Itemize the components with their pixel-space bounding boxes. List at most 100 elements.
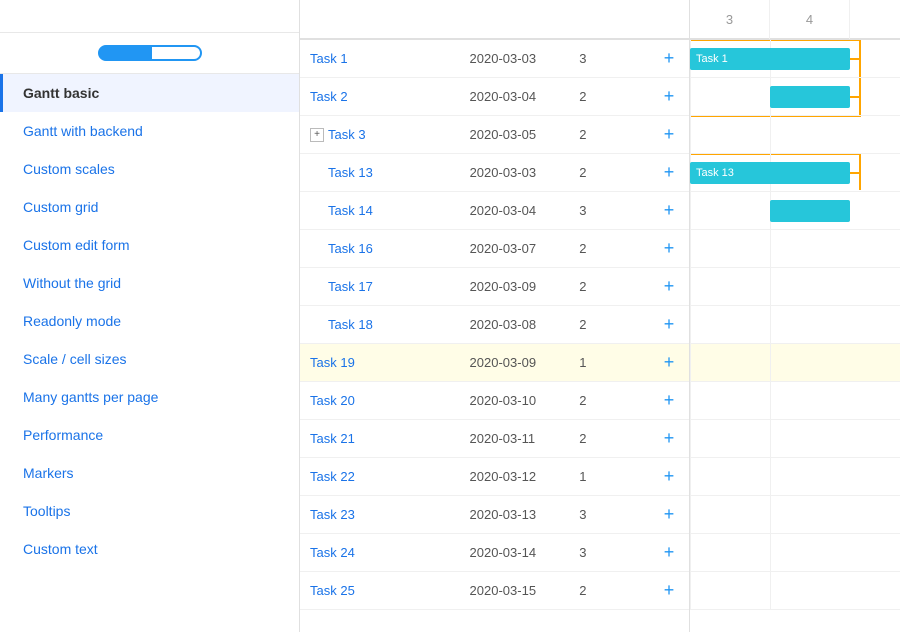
- task-start: 2020-03-07: [460, 230, 570, 268]
- task-name: Task 23: [310, 507, 355, 522]
- sidebar-item-custom-edit-form[interactable]: Custom edit form: [0, 226, 299, 264]
- table-row[interactable]: Task 23 2020-03-133+: [300, 496, 689, 534]
- th-start-time: [460, 0, 570, 39]
- task-duration: 1: [569, 344, 649, 382]
- sidebar-item-scale-/-cell-sizes[interactable]: Scale / cell sizes: [0, 340, 299, 378]
- gantt-row: [690, 116, 900, 154]
- theme-switcher: [0, 33, 299, 74]
- task-duration: 2: [569, 116, 649, 154]
- gantt-row: [690, 78, 900, 116]
- add-task-button[interactable]: +: [649, 420, 689, 458]
- add-task-button[interactable]: +: [649, 154, 689, 192]
- table-row[interactable]: Task 1 2020-03-033+: [300, 40, 689, 78]
- task-duration: 2: [569, 572, 649, 610]
- task-start: 2020-03-09: [460, 344, 570, 382]
- sidebar-item-custom-scales[interactable]: Custom scales: [0, 150, 299, 188]
- sidebar-item-readonly-mode[interactable]: Readonly mode: [0, 302, 299, 340]
- add-task-button[interactable]: +: [649, 40, 689, 78]
- task-start: 2020-03-03: [460, 40, 570, 78]
- grid-area: Task 12020-03-033+Task 22020-03-042++Tas…: [300, 0, 900, 632]
- add-task-button[interactable]: +: [649, 458, 689, 496]
- sidebar-item-markers[interactable]: Markers: [0, 454, 299, 492]
- th-task-name: [300, 0, 460, 39]
- add-task-button[interactable]: +: [649, 306, 689, 344]
- gantt-row: [690, 458, 900, 496]
- th-add[interactable]: [649, 0, 689, 39]
- table-row[interactable]: +Task 32020-03-052+: [300, 116, 689, 154]
- task-start: 2020-03-13: [460, 496, 570, 534]
- sidebar-item-gantt-with-backend[interactable]: Gantt with backend: [0, 112, 299, 150]
- gantt-chart: 34 Task 1 Task 13: [690, 0, 900, 632]
- task-name: Task 3: [328, 127, 366, 142]
- gantt-row: [690, 496, 900, 534]
- task-name: Task 20: [310, 393, 355, 408]
- table-row[interactable]: Task 19 2020-03-091+: [300, 344, 689, 382]
- expand-button[interactable]: +: [310, 128, 324, 142]
- sidebar-item-tooltips[interactable]: Tooltips: [0, 492, 299, 530]
- sidebar-item-custom-text[interactable]: Custom text: [0, 530, 299, 568]
- gantt-bar[interactable]: Task 1: [690, 48, 850, 70]
- task-name: Task 13: [328, 165, 373, 180]
- add-task-button[interactable]: +: [649, 230, 689, 268]
- table-row[interactable]: Task 22 2020-03-121+: [300, 458, 689, 496]
- task-duration: 2: [569, 268, 649, 306]
- add-task-button[interactable]: +: [649, 534, 689, 572]
- sidebar-item-gantt-basic[interactable]: Gantt basic: [0, 74, 299, 112]
- task-name: Task 19: [310, 355, 355, 370]
- task-duration: 1: [569, 458, 649, 496]
- gantt-bar[interactable]: [770, 200, 850, 222]
- sidebar-item-performance[interactable]: Performance: [0, 416, 299, 454]
- task-name: Task 14: [328, 203, 373, 218]
- add-task-button[interactable]: +: [649, 382, 689, 420]
- gantt-bar[interactable]: [770, 86, 850, 108]
- table-row[interactable]: Task 162020-03-072+: [300, 230, 689, 268]
- add-task-button[interactable]: +: [649, 268, 689, 306]
- gantt-header: 34: [690, 0, 900, 40]
- table-row[interactable]: Task 20 2020-03-102+: [300, 382, 689, 420]
- table-row[interactable]: Task 242020-03-143+: [300, 534, 689, 572]
- table-row[interactable]: Task 212020-03-112+: [300, 420, 689, 458]
- task-duration: 3: [569, 496, 649, 534]
- add-task-button[interactable]: +: [649, 572, 689, 610]
- task-name: Task 1: [310, 51, 348, 66]
- gantt-day-header: 3: [690, 0, 770, 39]
- gantt-row: [690, 420, 900, 458]
- task-duration: 2: [569, 382, 649, 420]
- table-row[interactable]: Task 252020-03-152+: [300, 572, 689, 610]
- gantt-body: Task 1 Task 13: [690, 40, 900, 632]
- gantt-day-header: 4: [770, 0, 850, 39]
- theme-material-button[interactable]: [150, 45, 202, 61]
- task-start: 2020-03-05: [460, 116, 570, 154]
- add-task-button[interactable]: +: [649, 192, 689, 230]
- task-duration: 3: [569, 40, 649, 78]
- add-task-button[interactable]: +: [649, 496, 689, 534]
- sidebar: Gantt basicGantt with backendCustom scal…: [0, 0, 300, 632]
- gantt-bar[interactable]: Task 13: [690, 162, 850, 184]
- task-name: Task 22: [310, 469, 355, 484]
- main-area: Task 12020-03-033+Task 22020-03-042++Tas…: [300, 0, 900, 632]
- table-row[interactable]: Task 172020-03-092+: [300, 268, 689, 306]
- theme-classic-button[interactable]: [98, 45, 150, 61]
- add-task-button[interactable]: +: [649, 116, 689, 154]
- task-start: 2020-03-10: [460, 382, 570, 420]
- task-name: Task 17: [328, 279, 373, 294]
- task-duration: 3: [569, 534, 649, 572]
- table-row[interactable]: Task 22020-03-042+: [300, 78, 689, 116]
- sidebar-item-custom-grid[interactable]: Custom grid: [0, 188, 299, 226]
- table-row[interactable]: Task 182020-03-082+: [300, 306, 689, 344]
- task-start: 2020-03-12: [460, 458, 570, 496]
- task-start: 2020-03-03: [460, 154, 570, 192]
- gantt-row: [690, 382, 900, 420]
- task-name: Task 24: [310, 545, 355, 560]
- sidebar-item-without-the-grid[interactable]: Without the grid: [0, 264, 299, 302]
- add-task-button[interactable]: +: [649, 344, 689, 382]
- task-start: 2020-03-08: [460, 306, 570, 344]
- task-table: Task 12020-03-033+Task 22020-03-042++Tas…: [300, 0, 690, 632]
- add-task-button[interactable]: +: [649, 78, 689, 116]
- task-duration: 2: [569, 230, 649, 268]
- sidebar-item-many-gantts-per-page[interactable]: Many gantts per page: [0, 378, 299, 416]
- table-row[interactable]: Task 142020-03-043+: [300, 192, 689, 230]
- table-row[interactable]: Task 132020-03-032+: [300, 154, 689, 192]
- gantt-row: [690, 306, 900, 344]
- gantt-row: [690, 230, 900, 268]
